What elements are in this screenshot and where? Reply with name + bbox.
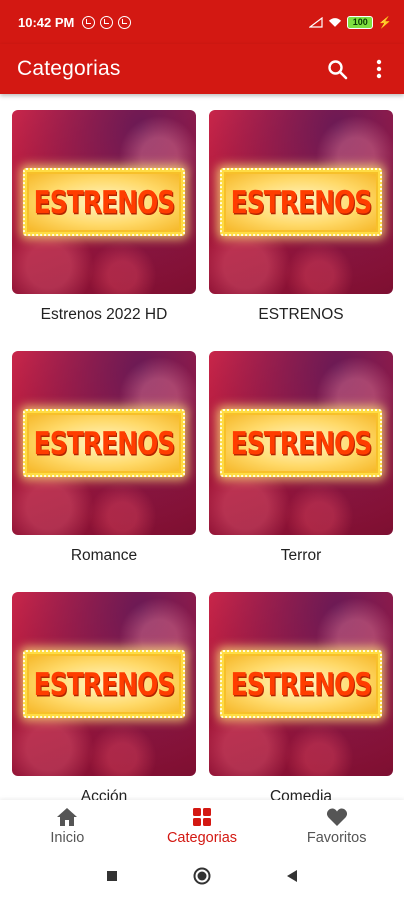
app-bar: Categorias: [0, 44, 404, 94]
status-notification-icons: [82, 15, 132, 29]
category-poster: ESTRENOS: [12, 351, 196, 535]
status-bar: 10:42 PM 100 ⚡: [0, 0, 404, 44]
nav-label: Categorias: [166, 830, 238, 846]
category-card[interactable]: ESTRENOS Estrenos 2022 HD: [12, 110, 196, 324]
square-icon: [107, 871, 117, 881]
recent-apps-button[interactable]: [101, 865, 123, 887]
triangle-back-icon: [287, 870, 297, 882]
app-bar-actions: [324, 56, 392, 82]
poster-text: ESTRENOS: [230, 424, 373, 462]
category-grid: ESTRENOS Estrenos 2022 HD ESTRENOS ESTRE…: [0, 94, 404, 800]
bottom-navigation: Inicio Categorias Favoritos: [0, 800, 404, 852]
nav-label: Favoritos: [306, 830, 367, 846]
category-label: Terror: [280, 547, 322, 564]
nav-item-categorias[interactable]: Categorias: [135, 800, 270, 852]
back-button[interactable]: [281, 865, 303, 887]
category-label: Romance: [70, 547, 138, 564]
more-vert-icon: [376, 59, 382, 79]
marquee-sign: ESTRENOS: [23, 650, 185, 718]
category-card[interactable]: ESTRENOS ESTRENOS: [209, 110, 393, 324]
page-title: Categorias: [17, 57, 121, 80]
wifi-icon: [329, 17, 342, 27]
category-label: ESTRENOS: [258, 306, 344, 323]
nav-item-inicio[interactable]: Inicio: [0, 800, 135, 852]
overflow-menu-button[interactable]: [366, 56, 392, 82]
category-poster: ESTRENOS: [209, 110, 393, 294]
system-navigation-bar: [0, 852, 404, 900]
category-label: Estrenos 2022 HD: [40, 306, 168, 323]
nav-label: Inicio: [50, 830, 85, 846]
marquee-sign: ESTRENOS: [220, 650, 382, 718]
category-card[interactable]: ESTRENOS Terror: [209, 351, 393, 565]
nav-item-favoritos[interactable]: Favoritos: [269, 800, 404, 852]
poster-text: ESTRENOS: [33, 424, 176, 462]
poster-text: ESTRENOS: [230, 183, 373, 221]
category-card[interactable]: ESTRENOS Acción: [12, 592, 196, 800]
status-time: 10:42 PM: [18, 14, 75, 30]
app-screen: 10:42 PM 100 ⚡ Categorias ESTRENOS Estre…: [0, 0, 404, 900]
poster-text: ESTRENOS: [33, 183, 176, 221]
status-system-icons: 100 ⚡: [309, 15, 392, 29]
marquee-sign: ESTRENOS: [220, 409, 382, 477]
search-icon: [327, 59, 347, 79]
category-label: Comedia: [269, 788, 333, 800]
category-poster: ESTRENOS: [12, 592, 196, 776]
category-poster: ESTRENOS: [209, 592, 393, 776]
circle-icon: [193, 867, 211, 885]
category-label: Acción: [80, 788, 128, 800]
battery-icon: 100: [347, 15, 374, 29]
marquee-sign: ESTRENOS: [220, 168, 382, 236]
heart-icon: [326, 806, 348, 828]
notification-icon: [100, 15, 114, 29]
search-button[interactable]: [324, 56, 350, 82]
charging-icon: ⚡: [378, 16, 392, 29]
category-card[interactable]: ESTRENOS Romance: [12, 351, 196, 565]
category-poster: ESTRENOS: [12, 110, 196, 294]
grid-icon: [191, 806, 213, 828]
category-card[interactable]: ESTRENOS Comedia: [209, 592, 393, 800]
marquee-sign: ESTRENOS: [23, 409, 185, 477]
category-poster: ESTRENOS: [209, 351, 393, 535]
home-icon: [56, 806, 78, 828]
poster-text: ESTRENOS: [230, 665, 373, 703]
marquee-sign: ESTRENOS: [23, 168, 185, 236]
alarm-icon: [82, 15, 96, 29]
home-button[interactable]: [191, 865, 213, 887]
poster-text: ESTRENOS: [33, 665, 176, 703]
notification-icon: [118, 15, 132, 29]
signal-icon: [309, 16, 323, 28]
